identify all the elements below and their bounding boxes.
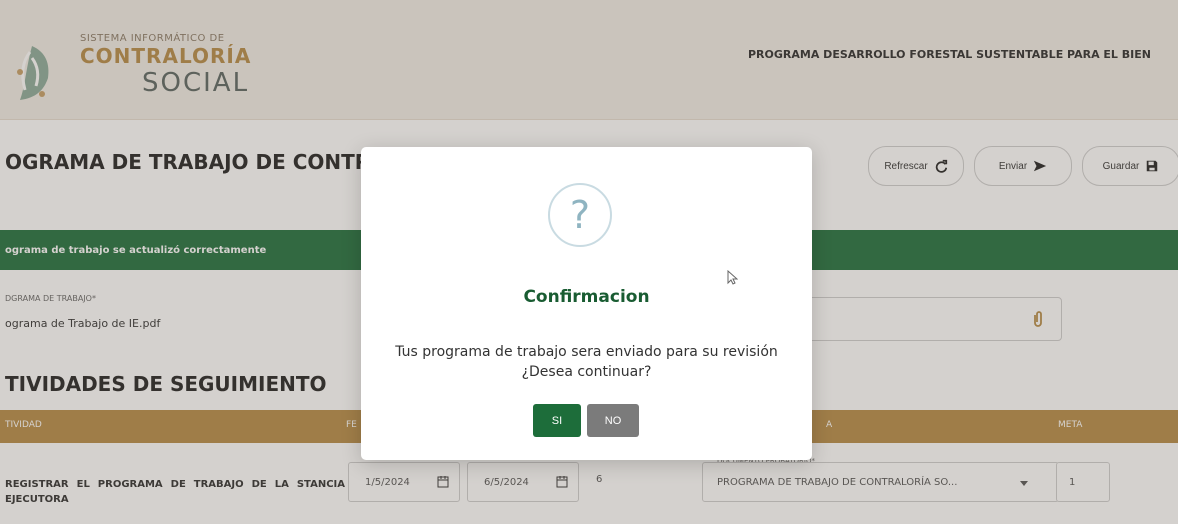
mouse-cursor-icon: [727, 270, 738, 285]
modal-message: Tus programa de trabajo sera enviado par…: [395, 344, 778, 380]
confirm-yes-button[interactable]: SI: [533, 404, 581, 437]
page-root: SISTEMA INFORMÁTICO DE CONTRALORÍA SOCIA…: [0, 0, 1178, 524]
confirm-no-button[interactable]: NO: [587, 404, 639, 437]
question-icon: ?: [548, 183, 612, 247]
modal-title: Confirmacion: [523, 287, 650, 307]
